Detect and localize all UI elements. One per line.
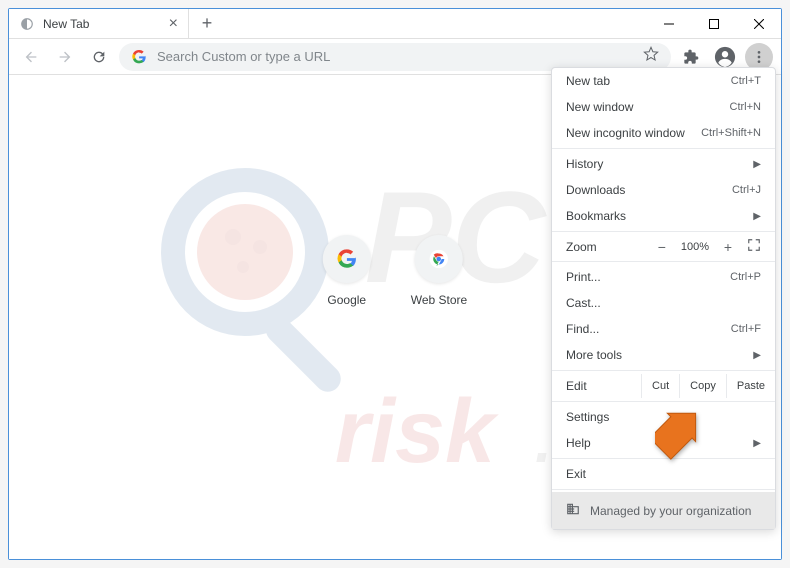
menu-label: New window [566,100,633,114]
menu-shortcut: Ctrl+P [730,271,761,283]
menu-cast[interactable]: Cast... [552,290,775,316]
tab-favicon [19,16,35,32]
menu-bookmarks[interactable]: Bookmarks ▶ [552,203,775,229]
shortcut-webstore[interactable]: Web Store [411,235,467,307]
menu-label: Find... [566,322,599,336]
menu-new-window[interactable]: New window Ctrl+N [552,94,775,120]
menu-shortcut: Ctrl+T [731,75,761,87]
close-button[interactable] [736,9,781,39]
back-button[interactable] [17,43,45,71]
menu-label: Downloads [566,183,625,197]
menu-more-tools[interactable]: More tools ▶ [552,342,775,368]
menu-edit-row: Edit Cut Copy Paste [552,373,775,399]
cut-button[interactable]: Cut [641,374,679,398]
svg-text:risk: risk [335,382,499,482]
menu-label: Cast... [566,296,601,310]
browser-tab[interactable]: New Tab × [9,9,189,38]
menu-label: Zoom [566,240,597,254]
menu-label: Print... [566,270,601,284]
paste-button[interactable]: Paste [726,374,775,398]
zoom-out-button[interactable]: − [653,239,671,255]
menu-settings[interactable]: Settings [552,404,775,430]
shortcut-label: Google [327,293,366,307]
organization-icon [566,502,580,519]
menu-label: More tools [566,348,622,362]
chevron-right-icon: ▶ [753,350,761,361]
maximize-button[interactable] [691,9,736,39]
tab-title: New Tab [43,17,161,31]
menu-label: Bookmarks [566,209,626,223]
tab-close-icon[interactable]: × [169,15,178,33]
menu-label: History [566,157,603,171]
chevron-right-icon: ▶ [753,211,761,222]
new-tab-button[interactable]: + [193,10,221,38]
search-provider-icon [131,49,147,65]
shortcut-icon [415,235,463,283]
menu-shortcut: Ctrl+N [730,101,761,113]
menu-shortcut: Ctrl+Shift+N [701,127,761,139]
menu-label: Exit [566,467,586,481]
menu-label: Settings [566,410,609,424]
menu-new-incognito[interactable]: New incognito window Ctrl+Shift+N [552,120,775,146]
fullscreen-icon[interactable] [747,238,761,255]
menu-help[interactable]: Help ▶ [552,430,775,456]
titlebar: New Tab × + [9,9,781,39]
menu-exit[interactable]: Exit [552,461,775,487]
chevron-right-icon: ▶ [753,438,761,449]
menu-managed-by-org[interactable]: Managed by your organization [552,492,775,529]
shortcut-label: Web Store [411,293,467,307]
menu-new-tab[interactable]: New tab Ctrl+T [552,68,775,94]
zoom-value: 100% [681,241,709,253]
menu-label: New tab [566,74,610,88]
shortcut-icon [323,235,371,283]
menu-history[interactable]: History ▶ [552,151,775,177]
minimize-button[interactable] [646,9,691,39]
window-controls [646,9,781,39]
menu-zoom: Zoom − 100% + [552,234,775,259]
menu-shortcut: Ctrl+F [731,323,761,335]
chevron-right-icon: ▶ [753,159,761,170]
bookmark-star-icon[interactable] [643,46,659,67]
zoom-in-button[interactable]: + [719,239,737,255]
menu-shortcut: Ctrl+J [732,184,761,196]
omnibox-placeholder: Search Custom or type a URL [157,49,633,64]
forward-button[interactable] [51,43,79,71]
menu-find[interactable]: Find... Ctrl+F [552,316,775,342]
menu-downloads[interactable]: Downloads Ctrl+J [552,177,775,203]
copy-button[interactable]: Copy [679,374,726,398]
menu-label: Help [566,436,591,450]
shortcuts-row: Google Web Store [323,235,467,307]
shortcut-google[interactable]: Google [323,235,371,307]
reload-button[interactable] [85,43,113,71]
menu-label: New incognito window [566,126,685,140]
chrome-menu: New tab Ctrl+T New window Ctrl+N New inc… [551,67,776,530]
menu-label: Edit [552,373,641,399]
managed-label: Managed by your organization [590,504,751,518]
menu-print[interactable]: Print... Ctrl+P [552,264,775,290]
